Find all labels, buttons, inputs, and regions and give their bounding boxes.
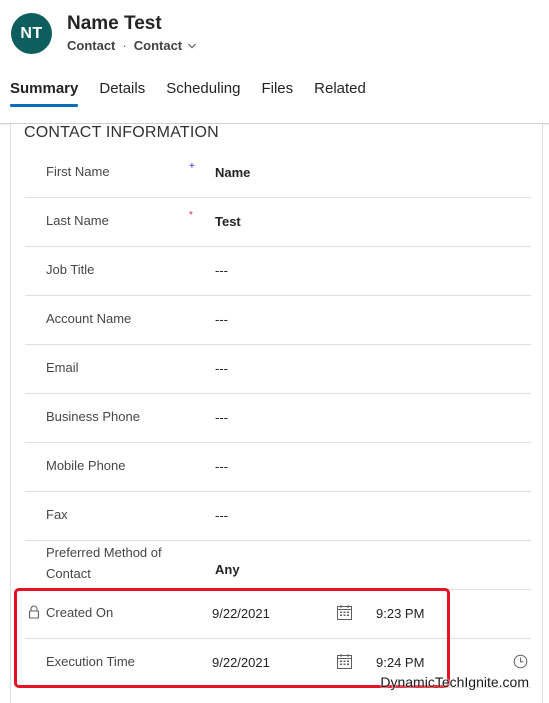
execution-date-input[interactable]: 9/22/2021 — [212, 655, 270, 670]
field-label: Preferred Method of Contact — [46, 545, 162, 581]
avatar: NT — [11, 13, 52, 54]
field-account-name[interactable]: Account Name --- — [25, 295, 531, 345]
record-title: Name Test — [67, 13, 162, 34]
recommended-indicator: + — [189, 161, 195, 172]
tab-scheduling[interactable]: Scheduling — [166, 80, 240, 110]
tab-details[interactable]: Details — [99, 80, 145, 110]
section-title: CONTACT INFORMATION — [24, 124, 219, 141]
subtitle-separator: · — [122, 38, 127, 53]
account-name-value[interactable]: --- — [215, 312, 228, 327]
form-selector[interactable]: Contact — [134, 38, 197, 53]
field-fax[interactable]: Fax --- — [25, 491, 531, 541]
entity-name: Contact — [67, 38, 116, 53]
lock-icon — [28, 605, 40, 619]
business-phone-value[interactable]: --- — [215, 410, 228, 425]
field-last-name[interactable]: Last Name * Test — [25, 197, 531, 247]
field-email[interactable]: Email --- — [25, 344, 531, 394]
field-label: Created On — [46, 605, 114, 620]
field-first-name[interactable]: First Name + Name — [25, 148, 531, 198]
record-header: NT Name Test Contact · Contact Summary D… — [0, 0, 549, 124]
preferred-method-value[interactable]: Any — [215, 562, 240, 577]
last-name-value[interactable]: Test — [215, 214, 241, 229]
field-created-on: Created On 9/22/2021 9:23 PM — [25, 589, 531, 639]
execution-time-input[interactable]: 9:24 PM — [376, 655, 424, 670]
record-subtitle: Contact · Contact — [67, 38, 197, 53]
tab-list: Summary Details Scheduling Files Related — [10, 80, 387, 110]
field-label: Mobile Phone — [46, 458, 126, 473]
tab-files[interactable]: Files — [261, 80, 293, 110]
field-label: Last Name — [46, 213, 109, 228]
field-label: Account Name — [46, 311, 132, 326]
field-job-title[interactable]: Job Title --- — [25, 246, 531, 296]
calendar-icon — [337, 605, 352, 620]
form-name[interactable]: Contact — [134, 38, 182, 53]
required-indicator: * — [189, 210, 193, 221]
field-mobile-phone[interactable]: Mobile Phone --- — [25, 442, 531, 492]
field-label: Job Title — [46, 262, 95, 277]
job-title-value[interactable]: --- — [215, 263, 228, 278]
field-business-phone[interactable]: Business Phone --- — [25, 393, 531, 443]
fax-value[interactable]: --- — [215, 508, 228, 523]
tab-related[interactable]: Related — [314, 80, 366, 110]
field-label: First Name — [46, 164, 110, 179]
field-label: Business Phone — [46, 409, 140, 424]
field-preferred-method-of-contact[interactable]: Preferred Method of Contact Any — [25, 540, 531, 590]
clock-icon[interactable] — [513, 654, 528, 669]
watermark: DynamicTechIgnite.com — [380, 674, 529, 690]
field-label: Fax — [46, 507, 68, 522]
field-label: Email — [46, 360, 79, 375]
field-label: Execution Time — [46, 654, 135, 669]
created-on-time-value: 9:23 PM — [376, 606, 425, 621]
created-on-date-value: 9/22/2021 — [212, 606, 270, 621]
contact-information-section: CONTACT INFORMATION First Name + Name La… — [10, 124, 543, 703]
email-value[interactable]: --- — [215, 361, 228, 376]
chevron-down-icon[interactable] — [187, 41, 197, 51]
mobile-phone-value[interactable]: --- — [215, 459, 228, 474]
first-name-value[interactable]: Name — [215, 165, 250, 180]
tab-summary[interactable]: Summary — [10, 80, 79, 110]
calendar-icon[interactable] — [336, 653, 353, 670]
